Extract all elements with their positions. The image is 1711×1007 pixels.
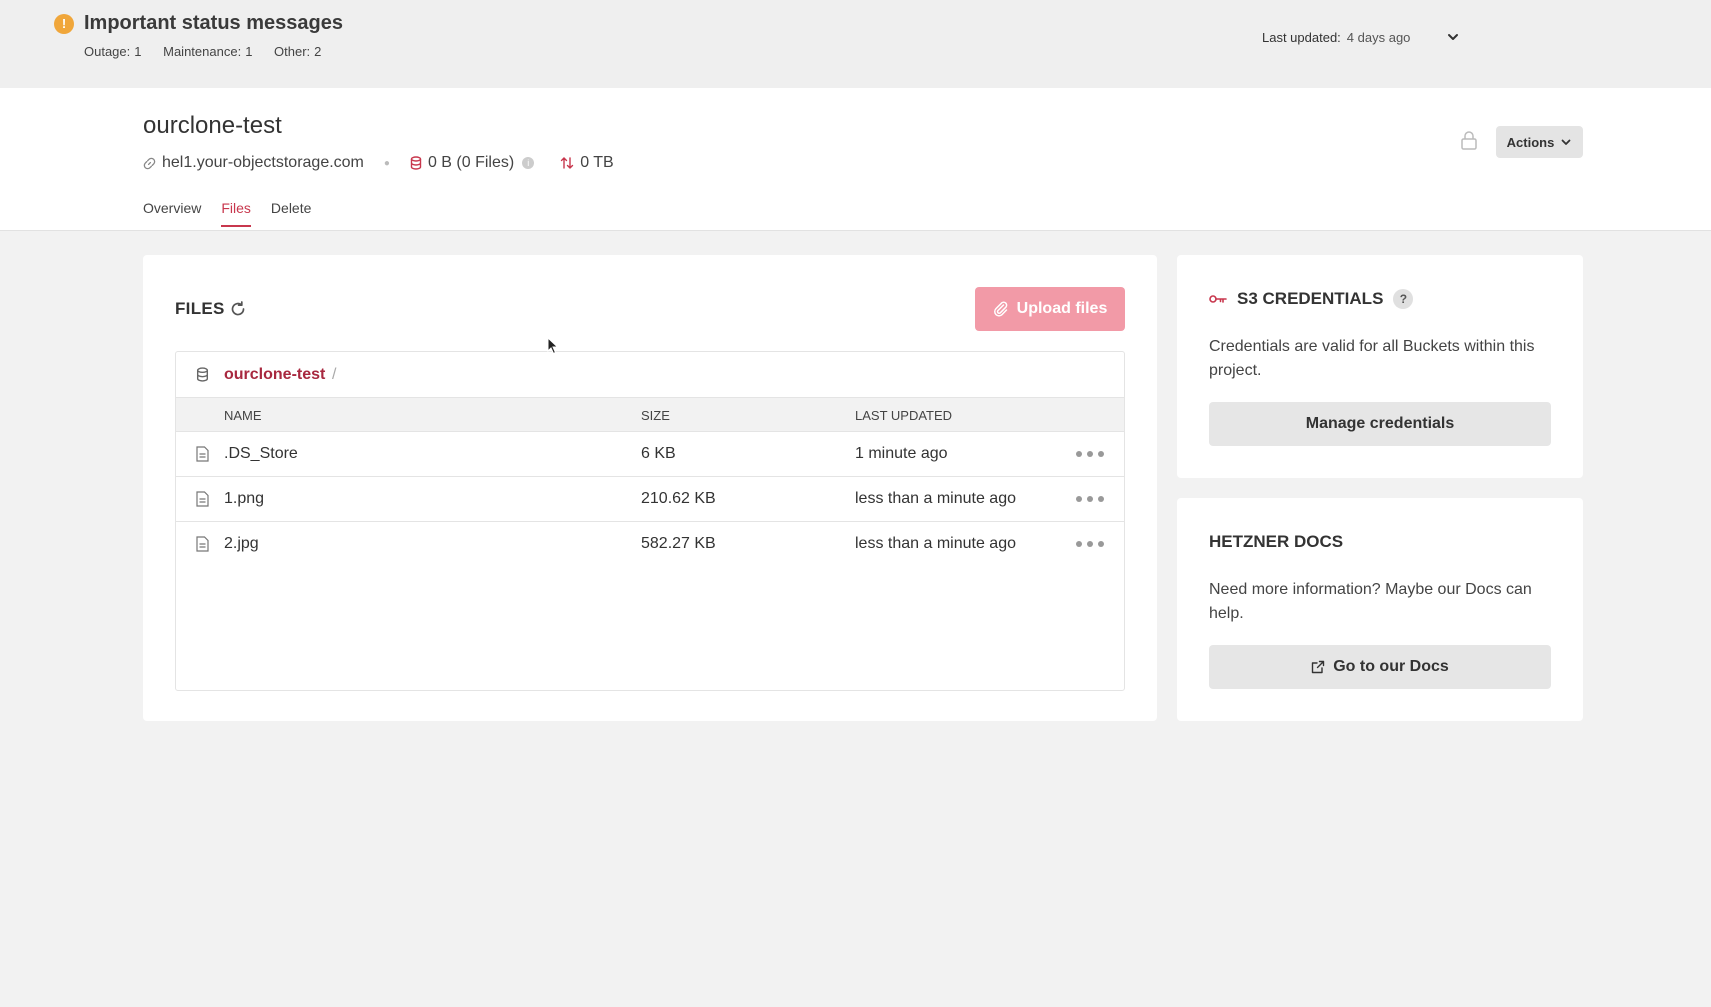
- transfer-arrows-icon: [560, 157, 574, 169]
- upload-files-button[interactable]: Upload files: [975, 287, 1125, 331]
- status-counts: Outage: 1 Maintenance: 1 Other: 2: [84, 44, 339, 59]
- file-last-updated: less than a minute ago: [855, 535, 1016, 552]
- file-size: 6 KB: [641, 445, 676, 462]
- go-to-docs-button[interactable]: Go to our Docs: [1209, 645, 1551, 689]
- info-icon[interactable]: i: [522, 157, 535, 169]
- bucket-endpoint: hel1.your-objectstorage.com: [143, 154, 364, 172]
- column-header-name[interactable]: NAME: [224, 408, 262, 423]
- status-count-outage: Outage: 1: [84, 44, 142, 59]
- breadcrumb-bucket-link[interactable]: ourclone-test: [224, 366, 325, 384]
- more-options-icon[interactable]: [1076, 445, 1106, 461]
- column-header-size[interactable]: SIZE: [641, 408, 670, 423]
- last-updated: Last updated: 4 days ago: [1262, 30, 1411, 45]
- file-table: ourclone-test / NAME SIZE LAST UPDATED .…: [175, 351, 1125, 691]
- file-icon: [196, 491, 209, 507]
- s3-credentials-card: S3 CREDENTIALS ? Credentials are valid f…: [1177, 255, 1583, 478]
- tab-files[interactable]: Files: [221, 200, 251, 227]
- lock-icon[interactable]: [1460, 130, 1478, 150]
- key-icon: [1209, 295, 1227, 303]
- mouse-cursor-icon: [547, 337, 559, 355]
- page-title: ourclone-test: [143, 112, 282, 139]
- paperclip-icon: [993, 301, 1007, 317]
- status-count-maintenance: Maintenance: 1: [163, 44, 253, 59]
- table-row[interactable]: .DS_Store 6 KB 1 minute ago: [176, 432, 1124, 477]
- bucket-traffic: 0 TB: [560, 154, 614, 172]
- manage-credentials-button[interactable]: Manage credentials: [1209, 402, 1551, 446]
- tab-bar: Overview Files Delete: [143, 200, 331, 227]
- refresh-icon[interactable]: [229, 300, 247, 318]
- file-name: 1.png: [224, 490, 265, 507]
- external-link-icon: [1312, 660, 1325, 674]
- breadcrumb: ourclone-test /: [176, 352, 1124, 398]
- status-bar: ! Important status messages Outage: 1 Mai…: [0, 0, 1711, 88]
- file-size: 210.62 KB: [641, 490, 716, 507]
- tab-overview[interactable]: Overview: [143, 200, 201, 227]
- meta-separator: ●: [383, 157, 390, 169]
- actions-button[interactable]: Actions: [1496, 126, 1583, 158]
- bucket-header: ourclone-test hel1.your-objectstorage.co…: [0, 88, 1711, 231]
- file-last-updated: 1 minute ago: [855, 445, 948, 462]
- database-icon: [410, 156, 422, 170]
- table-row[interactable]: 2.jpg 582.27 KB less than a minute ago: [176, 522, 1124, 567]
- hetzner-docs-title: HETZNER DOCS: [1209, 532, 1344, 551]
- hetzner-docs-text: Need more information? Maybe our Docs ca…: [1209, 581, 1532, 622]
- chevron-down-icon: [1561, 139, 1571, 145]
- tab-delete[interactable]: Delete: [271, 200, 311, 227]
- status-count-other: Other: 2: [274, 44, 322, 59]
- exclamation-circle-icon: !: [54, 14, 74, 34]
- link-icon: [143, 157, 156, 169]
- files-title: FILES: [175, 299, 225, 318]
- bucket-meta: hel1.your-objectstorage.com ● 0 B (0 Fil…: [143, 154, 614, 172]
- bucket-usage: 0 B (0 Files) i: [410, 154, 535, 172]
- bucket-icon: [196, 367, 209, 382]
- chevron-down-icon[interactable]: [1446, 30, 1460, 44]
- file-name: 2.jpg: [224, 535, 259, 552]
- table-header: NAME SIZE LAST UPDATED: [176, 398, 1124, 432]
- file-icon: [196, 536, 209, 552]
- file-name: .DS_Store: [224, 445, 298, 462]
- table-row[interactable]: 1.png 210.62 KB less than a minute ago: [176, 477, 1124, 522]
- status-title: Important status messages: [84, 12, 343, 34]
- s3-credentials-title: S3 CREDENTIALS ?: [1209, 289, 1414, 309]
- file-last-updated: less than a minute ago: [855, 490, 1016, 507]
- help-icon[interactable]: ?: [1393, 289, 1414, 309]
- file-size: 582.27 KB: [641, 535, 716, 552]
- files-panel: FILES Upload files ourclone-test / NAME …: [143, 255, 1157, 721]
- s3-credentials-text: Credentials are valid for all Buckets wi…: [1209, 338, 1535, 379]
- breadcrumb-separator: /: [332, 366, 337, 383]
- file-icon: [196, 446, 209, 462]
- hetzner-docs-card: HETZNER DOCS Need more information? Mayb…: [1177, 498, 1583, 721]
- more-options-icon[interactable]: [1076, 490, 1106, 506]
- column-header-last-updated[interactable]: LAST UPDATED: [855, 408, 952, 423]
- more-options-icon[interactable]: [1076, 535, 1106, 551]
